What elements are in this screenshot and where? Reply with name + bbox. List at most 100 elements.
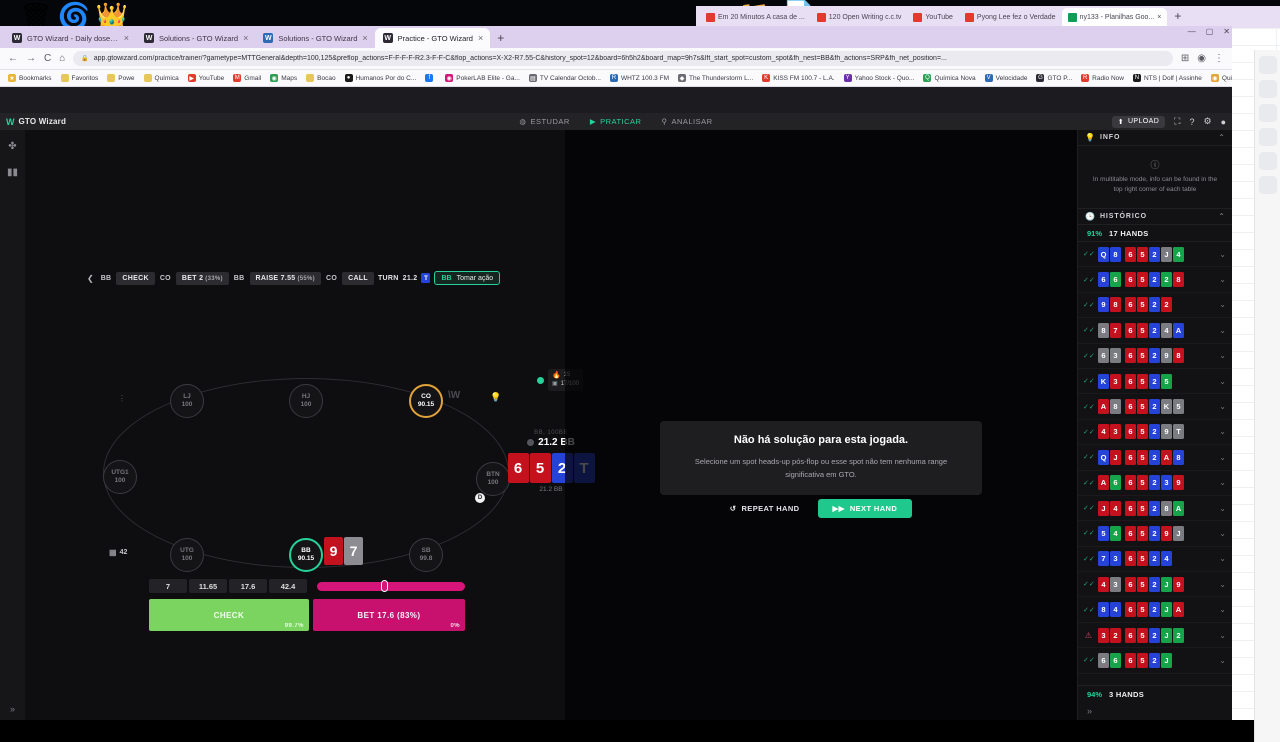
upload-button[interactable]: ⬆ UPLOAD [1111, 115, 1166, 128]
history-row[interactable]: ✓✓ 8 4 6 5 2 J A ⌄ [1078, 597, 1232, 623]
action-back-icon[interactable]: ❮ [87, 274, 94, 283]
bookmark-item[interactable]: ● Humanos Por do C... [344, 74, 416, 82]
seat-hj[interactable]: HJ 100 [289, 384, 323, 418]
bookmark-item[interactable]: R Radio Now [1081, 74, 1124, 82]
chevron-down-icon[interactable]: ⌄ [1219, 326, 1226, 335]
history-row[interactable]: ✓✓ Q 8 6 5 2 J 4 ⌄ [1078, 242, 1232, 268]
profile-avatar-icon[interactable]: ◉ [1197, 53, 1206, 64]
minimize-icon[interactable]: — [1188, 27, 1196, 36]
rail-icon[interactable] [1258, 128, 1277, 146]
tab-close-icon[interactable]: × [243, 33, 248, 43]
tab-analisar[interactable]: ⚲ ANALISAR [661, 117, 712, 126]
bookmarks-bar[interactable]: ★ Bookmarks Favoritos Powe Química ▶ YouTu… [0, 70, 1232, 87]
bookmark-item[interactable]: R WHTZ 100.3 FM [609, 74, 669, 82]
history-row[interactable]: ✓✓ 4 3 6 5 2 9 T ⌄ [1078, 420, 1232, 446]
history-row[interactable]: ✓✓ 6 3 6 5 2 9 8 ⌄ [1078, 344, 1232, 369]
maximize-icon[interactable]: ▢ [1206, 27, 1214, 36]
bookmark-item[interactable]: M Gmail [233, 74, 261, 82]
tab-estudar[interactable]: ◍ ESTUDAR [519, 117, 569, 126]
browser-tab[interactable]: W GTO Wizard - Daily dose of GTO × [4, 28, 136, 48]
tab-close-icon[interactable]: × [362, 33, 367, 43]
background-window-tabstrip[interactable]: Em 20 Minutos A casa de ... 120 Open Wri… [696, 6, 1280, 28]
chevron-down-icon[interactable]: ⌄ [1219, 554, 1226, 563]
new-tab-button[interactable]: + [497, 31, 504, 45]
history-row[interactable]: ✓✓ K 3 6 5 2 5 ⌄ [1078, 369, 1232, 395]
bookmark-item[interactable]: Favoritos [60, 74, 98, 82]
rail-icon[interactable] [1258, 104, 1277, 122]
home-icon[interactable]: ⌂ [59, 53, 65, 64]
fullscreen-icon[interactable]: ⛶ [1174, 116, 1180, 127]
bet-size-button[interactable]: 11.65 [189, 579, 227, 593]
bookmark-item[interactable]: ◉ PokerLAB Elite - Ga... [445, 74, 520, 82]
browser-menu-icon[interactable]: ⋮ [1214, 53, 1224, 64]
history-row[interactable]: ✓✓ 6 6 6 5 2 J ⌄ [1078, 648, 1232, 674]
bookmark-item[interactable]: Q Química Nova [923, 74, 976, 82]
chevron-down-icon[interactable]: ⌄ [1219, 351, 1226, 360]
history-row[interactable]: ⚠ 3 2 6 5 2 J 2 ⌄ [1078, 623, 1232, 649]
background-tab-active[interactable]: ny133 - Planilhas Goo... × [1061, 8, 1168, 26]
tab-praticar[interactable]: ▶ PRATICAR [590, 117, 642, 126]
rail-icon[interactable] [1258, 152, 1277, 170]
history-row[interactable]: ✓✓ 5 4 6 5 2 9 J ⌄ [1078, 521, 1232, 547]
history-row[interactable]: ✓✓ A 8 6 5 2 K 5 ⌄ [1078, 394, 1232, 420]
action-step-call[interactable]: CALL [342, 271, 374, 285]
bookmark-item[interactable]: Bocao [306, 74, 336, 82]
bookmark-item[interactable]: K KISS FM 100.7 - L.A. [762, 74, 835, 82]
background-new-tab-button[interactable]: + [1174, 9, 1181, 23]
bet-size-slider[interactable] [317, 580, 465, 592]
seat-utg1[interactable]: UTG1 100 [103, 460, 137, 494]
seat-bb-hero[interactable]: BB 90.15 [289, 538, 323, 572]
address-bar[interactable]: 🔒 app.gtowizard.com/practice/trainer/?ga… [73, 51, 1173, 66]
reload-icon[interactable]: C [44, 53, 51, 64]
window-controls[interactable]: — ▢ ✕ [1188, 27, 1230, 36]
action-step-raise[interactable]: RAISE 7.55 (55%) [249, 271, 321, 285]
chevron-down-icon[interactable]: ⌄ [1219, 605, 1226, 614]
seat-co[interactable]: CO 90.15 [409, 384, 443, 418]
chevron-up-icon[interactable]: ⌃ [1218, 133, 1225, 142]
history-row[interactable]: ✓✓ A 6 6 5 2 3 9 ⌄ [1078, 471, 1232, 496]
chevron-down-icon[interactable]: ⌄ [1219, 427, 1226, 436]
browser-tab[interactable]: W Solutions - GTO Wizard × [136, 28, 255, 48]
back-icon[interactable]: ← [8, 53, 18, 64]
forward-icon[interactable]: → [26, 53, 36, 64]
browser-tabstrip[interactable]: W GTO Wizard - Daily dose of GTO × W Sol… [0, 26, 1232, 48]
seat-utg[interactable]: UTG 100 [170, 538, 204, 572]
hint-bulb-icon[interactable]: 💡 [490, 392, 501, 403]
browser-tab-active-practice[interactable]: W Practice - GTO Wizard × [374, 28, 491, 48]
seat-lj[interactable]: LJ 100 [170, 384, 204, 418]
background-tab[interactable]: Pyong Lee fez o Verdade [959, 8, 1062, 26]
bet-size-button[interactable]: 42.4 [269, 579, 307, 593]
bookmark-item[interactable]: ◉Quiero Vendido [1210, 74, 1232, 82]
bookmark-item[interactable]: Y Yahoo Stock - Quo... [843, 74, 914, 82]
bookmark-item[interactable]: Powe [107, 74, 135, 82]
background-tab-close-icon[interactable]: × [1157, 14, 1161, 21]
info-section-header[interactable]: 💡 INFO ⌃ [1078, 130, 1232, 146]
chevron-up-icon[interactable]: ⌃ [1218, 212, 1225, 221]
history-section-header[interactable]: 🕓 HISTÓRICO ⌃ [1078, 209, 1232, 225]
sidebar-expand-button[interactable]: » [10, 704, 15, 714]
profile-icon[interactable]: ● [1221, 117, 1226, 127]
chevron-down-icon[interactable]: ⌄ [1219, 504, 1226, 513]
bet-button[interactable]: BET 17.6 (83%) 0% [312, 599, 465, 631]
chevron-down-icon[interactable]: ⌄ [1219, 275, 1226, 284]
history-row[interactable]: ✓✓ 6 6 6 5 2 2 8 ⌄ [1078, 267, 1232, 293]
chevron-down-icon[interactable]: ⌄ [1219, 250, 1226, 259]
app-brand[interactable]: W GTO Wizard [6, 117, 66, 127]
gear-icon[interactable]: ⚙ [1203, 116, 1211, 127]
background-tab[interactable]: YouTube [907, 8, 959, 26]
history-row[interactable]: ✓✓ 4 3 6 5 2 J 9 ⌄ [1078, 572, 1232, 598]
tab-close-icon[interactable]: × [478, 33, 483, 43]
chevron-down-icon[interactable]: ⌄ [1219, 402, 1226, 411]
panel-expand-button[interactable]: » [1078, 702, 1232, 720]
bookmark-item[interactable]: ◆ The Thunderstorm L... [678, 74, 753, 82]
current-action-prompt[interactable]: BB Tomar ação [434, 271, 501, 285]
chevron-down-icon[interactable]: ⌄ [1219, 529, 1226, 538]
chevron-down-icon[interactable]: ⌄ [1219, 377, 1226, 386]
history-row[interactable]: ✓✓ J 4 6 5 2 8 A ⌄ [1078, 496, 1232, 522]
rail-icon[interactable] [1258, 176, 1277, 194]
slider-handle[interactable] [380, 580, 388, 592]
chevron-down-icon[interactable]: ⌄ [1219, 631, 1226, 640]
background-tab[interactable]: Em 20 Minutos A casa de ... [700, 8, 811, 26]
chevron-down-icon[interactable]: ⌄ [1219, 656, 1226, 665]
action-step-check[interactable]: CHECK [116, 271, 155, 285]
